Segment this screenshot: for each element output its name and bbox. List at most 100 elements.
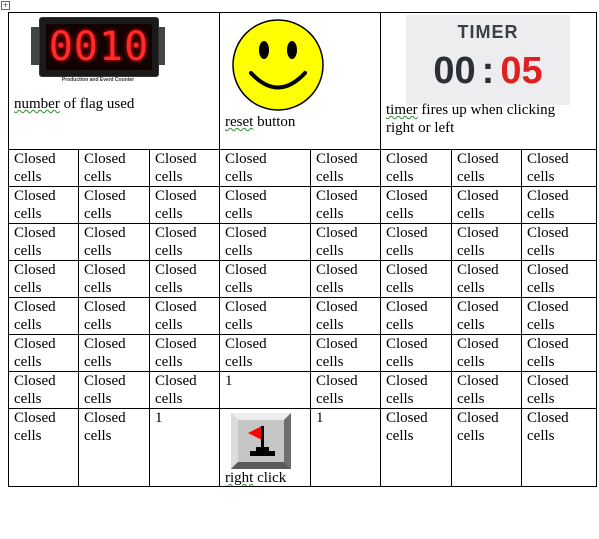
grid-cell[interactable]: Closed cells xyxy=(380,223,452,261)
grid-cell[interactable]: 1 xyxy=(219,371,311,409)
header-row: 0010 Production and Event Counter number… xyxy=(8,12,597,150)
flag-button-icon[interactable] xyxy=(231,413,291,469)
grid-cell[interactable]: Closed cells xyxy=(78,149,150,187)
grid-cell[interactable]: Closed cells xyxy=(149,371,220,409)
grid-cell[interactable]: Closed cells xyxy=(219,149,311,187)
grid-cell[interactable]: Closed cells xyxy=(149,186,220,224)
grid-cell[interactable]: Closed cells xyxy=(219,334,311,372)
reset-caption-rest: button xyxy=(253,114,296,130)
cell-label: Closed cells xyxy=(155,225,197,259)
grid-cell[interactable]: Closed cells xyxy=(451,149,522,187)
cell-label: Closed cells xyxy=(527,151,569,185)
grid-cell[interactable]: Closed cells xyxy=(310,371,381,409)
cell-label: Closed cells xyxy=(84,225,126,259)
cell-label: Closed cells xyxy=(84,188,126,222)
grid-row: Closed cells Closed cells Closed cells Clos… xyxy=(8,260,597,298)
grid-cell[interactable]: Closed cells xyxy=(521,260,597,298)
grid-cell[interactable]: Closed cells xyxy=(451,260,522,298)
cell-label: Closed cells xyxy=(84,299,126,333)
grid-cell[interactable]: Closed cells xyxy=(8,186,79,224)
cell-label: Closed cells xyxy=(225,225,267,259)
grid-cell[interactable]: Closed cells xyxy=(149,223,220,261)
timer-separator: : xyxy=(481,50,495,92)
grid-cell[interactable]: Closed cells xyxy=(310,186,381,224)
grid-cell[interactable]: Closed cells xyxy=(521,334,597,372)
grid-cell[interactable]: Closed cells xyxy=(451,297,522,335)
cell-label: Closed cells xyxy=(84,373,126,407)
grid-cell[interactable]: Closed cells xyxy=(78,297,150,335)
grid-cell[interactable]: Closed cells xyxy=(8,149,79,187)
grid-cell[interactable]: Closed cells xyxy=(521,408,597,487)
grid-cell[interactable]: Closed cells xyxy=(78,186,150,224)
cell-label: Closed cells xyxy=(386,262,428,296)
grid-cell[interactable]: Closed cells xyxy=(78,371,150,409)
grid-cell[interactable]: Closed cells xyxy=(380,408,452,487)
grid-cell[interactable]: Closed cells xyxy=(8,408,79,487)
grid-cell[interactable]: Closed cells xyxy=(149,260,220,298)
grid-cell[interactable]: Closed cells xyxy=(310,260,381,298)
grid-cell[interactable]: Closed cells xyxy=(149,297,220,335)
grid-cell[interactable]: Closed cells xyxy=(310,297,381,335)
grid-cell[interactable]: Closed cells xyxy=(219,297,311,335)
minesweeper-spec-table: 0010 Production and Event Counter number… xyxy=(8,12,597,487)
cell-label: Closed cells xyxy=(84,151,126,185)
grid-cell[interactable]: Closed cells xyxy=(380,297,452,335)
timer-caption: timer fires up when clicking right or le… xyxy=(386,101,586,137)
grid-cell[interactable]: Closed cells xyxy=(310,334,381,372)
grid-row: Closed cells Closed cells Closed cells 1 Clo… xyxy=(8,371,597,409)
cell-label: Closed cells xyxy=(155,336,197,370)
grid-cell[interactable]: Closed cells xyxy=(8,297,79,335)
grid-cell[interactable]: Closed cells xyxy=(8,223,79,261)
grid-cell[interactable]: Closed cells xyxy=(380,260,452,298)
grid-cell[interactable]: Closed cells xyxy=(310,223,381,261)
table-move-handle-icon[interactable]: + xyxy=(1,1,10,10)
grid-cell[interactable]: 1 xyxy=(149,408,220,487)
grid-cell[interactable]: Closed cells xyxy=(8,334,79,372)
grid-cell[interactable]: Closed cells xyxy=(451,371,522,409)
cell-label: Closed cells xyxy=(527,373,569,407)
led-brand-label: Production and Event Counter xyxy=(61,77,135,83)
grid-cell[interactable]: Closed cells xyxy=(380,334,452,372)
grid-cell[interactable]: Closed cells xyxy=(451,186,522,224)
grid-cell[interactable]: Closed cells xyxy=(451,408,522,487)
grid-cell[interactable]: Closed cells xyxy=(310,149,381,187)
cell-label: Closed cells xyxy=(386,151,428,185)
grid-cell[interactable]: Closed cells xyxy=(219,186,311,224)
grid-cell[interactable]: Closed cells xyxy=(521,186,597,224)
grid-cell[interactable]: Closed cells xyxy=(521,297,597,335)
grid-cell[interactable]: Closed cells xyxy=(380,371,452,409)
cell-label: Closed cells xyxy=(316,262,358,296)
cell-label: Closed cells xyxy=(225,188,267,222)
grid-cell[interactable]: Closed cells xyxy=(78,223,150,261)
grid-cell[interactable]: Closed cells xyxy=(219,223,311,261)
timer-caption-word: timer xyxy=(386,102,418,118)
grid-cell[interactable]: Closed cells xyxy=(451,334,522,372)
grid-cell[interactable]: Closed cells xyxy=(521,371,597,409)
grid-cell[interactable]: Closed cells xyxy=(521,149,597,187)
cell-label: Closed cells xyxy=(84,336,126,370)
grid-cell[interactable]: Closed cells xyxy=(149,149,220,187)
led-counter-icon: 0010 Production and Event Counter xyxy=(31,17,167,99)
grid-cell[interactable]: Closed cells xyxy=(8,260,79,298)
grid-cell[interactable]: Closed cells xyxy=(219,260,311,298)
flag-counter-display: 0010 xyxy=(46,24,152,70)
timer-value: 00:05 xyxy=(406,49,570,93)
cell-label: Closed cells xyxy=(155,188,197,222)
cell-label: Closed cells xyxy=(386,373,428,407)
grid-cell[interactable]: Closed cells xyxy=(78,260,150,298)
grid-cell[interactable]: Closed cells xyxy=(380,186,452,224)
grid-cell[interactable]: Closed cells xyxy=(8,371,79,409)
grid-cell[interactable]: Closed cells xyxy=(78,408,150,487)
cell-label: Closed cells xyxy=(155,262,197,296)
smiley-face-icon[interactable] xyxy=(231,18,325,112)
cell-label: Closed cells xyxy=(14,262,56,296)
grid-cell[interactable]: Closed cells xyxy=(380,149,452,187)
cell-label: Closed cells xyxy=(457,225,499,259)
grid-cell[interactable]: Closed cells xyxy=(451,223,522,261)
grid-cell[interactable]: 1 xyxy=(310,408,381,487)
grid-cell[interactable]: Closed cells xyxy=(149,334,220,372)
flag-cell[interactable]: right click puts flag xyxy=(219,408,311,487)
grid-cell[interactable]: Closed cells xyxy=(78,334,150,372)
grid-cell[interactable]: Closed cells xyxy=(521,223,597,261)
cell-label: Closed cells xyxy=(457,410,499,444)
